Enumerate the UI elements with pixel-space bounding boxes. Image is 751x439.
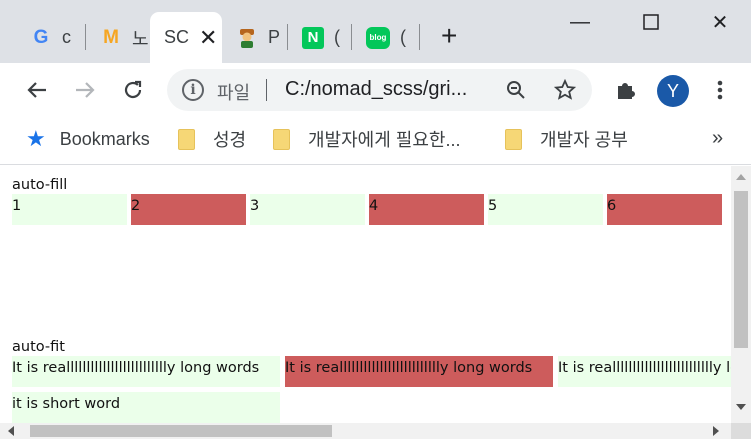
page-content: auto-fill 1 2 3 4 5 6 auto-fit It is rea… bbox=[0, 166, 751, 439]
vertical-scroll-thumb[interactable] bbox=[734, 191, 748, 348]
grid-item: 1 bbox=[12, 194, 127, 225]
grid-item: 6 bbox=[607, 194, 722, 225]
tab-p[interactable]: P bbox=[222, 12, 286, 63]
tab-m[interactable]: M 노 bbox=[86, 12, 150, 63]
new-tab-icon[interactable]: + bbox=[441, 22, 457, 50]
bookmarks-item-dev-needs[interactable]: 개발자에게 필요한... bbox=[273, 126, 460, 152]
bookmarks-overflow-button[interactable]: » bbox=[712, 127, 723, 150]
grid-item: It is reallllllllllllllllllllllllly long… bbox=[285, 356, 553, 387]
extensions-puzzle-icon[interactable] bbox=[609, 74, 641, 106]
bookmarks-item-dev-study[interactable]: 개발자 공부 bbox=[505, 126, 628, 152]
menu-dots-icon[interactable] bbox=[704, 74, 736, 106]
folder-icon bbox=[273, 128, 290, 150]
url-text[interactable]: C:/nomad_scss/gri... bbox=[285, 78, 490, 101]
auto-fill-title: auto-fill bbox=[12, 177, 68, 193]
vertical-scrollbar[interactable] bbox=[731, 166, 751, 423]
bookmark-star-icon[interactable] bbox=[549, 74, 581, 106]
toolbar: i 파일 C:/nomad_scss/gri... Y bbox=[0, 63, 751, 117]
scroll-down-arrow-icon[interactable] bbox=[736, 404, 746, 410]
profile-avatar[interactable]: Y bbox=[657, 75, 689, 107]
zoom-icon[interactable] bbox=[500, 74, 532, 106]
tab-google[interactable]: G c bbox=[16, 12, 84, 63]
bookmarks-item-bible[interactable]: 성경 bbox=[178, 126, 246, 152]
horizontal-scroll-thumb[interactable] bbox=[30, 425, 332, 437]
tab-blog[interactable]: blog ( bbox=[352, 12, 418, 63]
grid-item: It is reallllllllllllllllllllllllly long… bbox=[12, 356, 280, 387]
address-bar[interactable]: i 파일 C:/nomad_scss/gri... bbox=[167, 69, 592, 111]
folder-icon bbox=[505, 128, 522, 150]
grid-item: 5 bbox=[488, 194, 603, 225]
person-icon bbox=[236, 27, 258, 49]
omnibox-divider bbox=[266, 79, 267, 101]
google-icon: G bbox=[33, 26, 49, 48]
reload-icon[interactable] bbox=[117, 74, 149, 106]
tab-separator bbox=[419, 24, 420, 50]
tab-naver[interactable]: N ( bbox=[288, 12, 350, 63]
m-logo-icon: M bbox=[103, 26, 119, 48]
scroll-right-arrow-icon[interactable] bbox=[713, 426, 719, 436]
info-icon[interactable]: i bbox=[182, 79, 204, 101]
naver-icon: N bbox=[302, 26, 324, 49]
url-scheme-label: 파일 bbox=[217, 83, 251, 103]
horizontal-scrollbar[interactable] bbox=[0, 423, 731, 439]
grid-item: 3 bbox=[250, 194, 365, 225]
tab-strip: G c M 노 SC ✕ P N ( blog ( + — ✕ bbox=[0, 0, 751, 63]
scroll-left-arrow-icon[interactable] bbox=[8, 426, 14, 436]
grid-item: it is short word bbox=[12, 392, 280, 423]
blog-icon: blog bbox=[366, 26, 390, 49]
maximize-icon[interactable] bbox=[637, 8, 665, 36]
grid-item: It is reallllllllllllllllllllllllly long… bbox=[558, 356, 731, 387]
close-tab-icon[interactable]: ✕ bbox=[199, 25, 217, 51]
tab-active[interactable]: SC ✕ bbox=[150, 12, 222, 63]
star-icon: ★ bbox=[26, 126, 46, 151]
grid-item: 2 bbox=[131, 194, 246, 225]
close-window-icon[interactable]: ✕ bbox=[706, 8, 734, 36]
bookmarks-item-bookmarks[interactable]: ★ Bookmarks bbox=[26, 126, 150, 152]
scroll-up-arrow-icon[interactable] bbox=[736, 174, 746, 180]
folder-icon bbox=[178, 128, 195, 150]
scrollbar-corner bbox=[731, 423, 751, 439]
grid-item: 4 bbox=[369, 194, 484, 225]
auto-fit-title: auto-fit bbox=[12, 339, 65, 355]
forward-arrow-icon[interactable] bbox=[69, 74, 101, 106]
bookmarks-bar: ★ Bookmarks 성경 개발자에게 필요한... 개발자 공부 » bbox=[0, 117, 751, 165]
minimize-icon[interactable]: — bbox=[566, 8, 594, 36]
back-arrow-icon[interactable] bbox=[21, 74, 53, 106]
